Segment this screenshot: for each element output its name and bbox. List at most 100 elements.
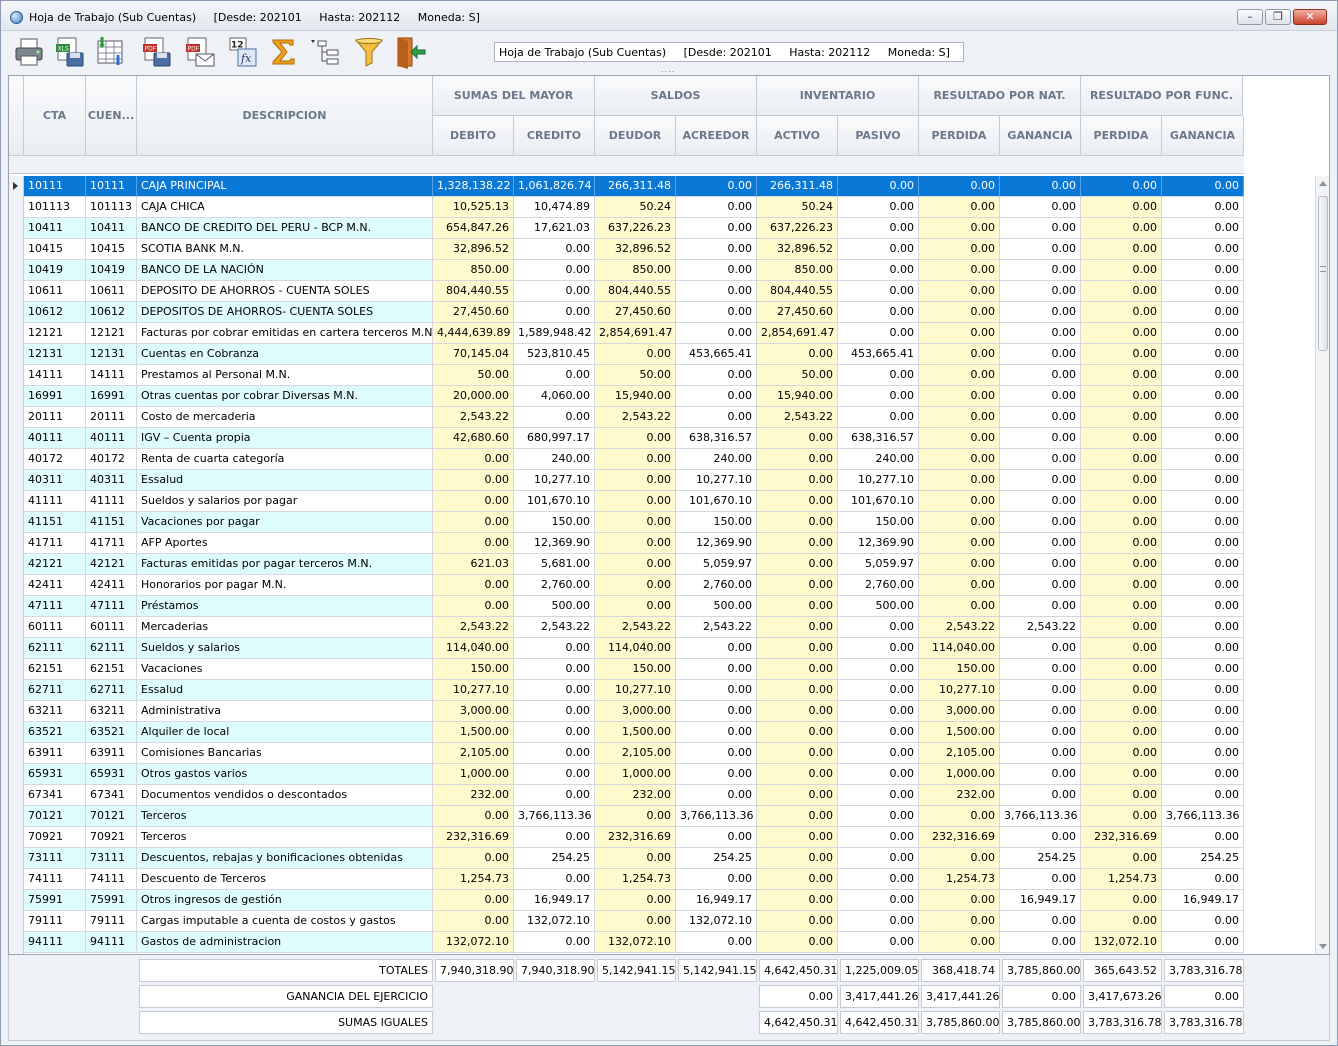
table-row[interactable]: 40172 40172 Renta de cuarta categoría 0.00 2…	[9, 449, 1244, 470]
cell-perdida-func[interactable]: 0.00	[1081, 596, 1162, 617]
cell-credito[interactable]: 0.00	[514, 869, 595, 890]
cell-debito[interactable]: 132,072.10	[433, 932, 514, 953]
cell-ganancia-func[interactable]: 0.00	[1162, 197, 1244, 218]
cell-cta[interactable]: 10419	[24, 260, 86, 281]
cell-credito[interactable]: 12,369.90	[514, 533, 595, 554]
cell-perdida-nat[interactable]: 114,040.00	[919, 638, 1000, 659]
cell-perdida-func[interactable]: 0.00	[1081, 344, 1162, 365]
cell-activo[interactable]: 15,940.00	[757, 386, 838, 407]
cell-pasivo[interactable]: 0.00	[838, 785, 919, 806]
cell-cta[interactable]: 41151	[24, 512, 86, 533]
table-row[interactable]: 63911 63911 Comisiones Bancarias 2,105.00 0.…	[9, 743, 1244, 764]
cell-perdida-nat[interactable]: 2,543.22	[919, 617, 1000, 638]
cell-ganancia-nat[interactable]: 0.00	[1000, 302, 1081, 323]
cell-acreedor[interactable]: 0.00	[676, 365, 757, 386]
cell-ganancia-func[interactable]: 0.00	[1162, 386, 1244, 407]
cell-deudor[interactable]: 15,940.00	[595, 386, 676, 407]
table-row[interactable]: 12121 12121 Facturas por cobrar emitidas e…	[9, 323, 1244, 344]
cell-credito[interactable]: 0.00	[514, 659, 595, 680]
cell-ganancia-nat[interactable]: 0.00	[1000, 638, 1081, 659]
cell-descripcion[interactable]: DEPOSITOS DE AHORROS- CUENTA SOLES	[137, 302, 433, 323]
cell-acreedor[interactable]: 0.00	[676, 680, 757, 701]
cell-acreedor[interactable]: 0.00	[676, 869, 757, 890]
table-row[interactable]: 10111 10111 CAJA PRINCIPAL 1,328,138.22 1,06…	[9, 176, 1244, 197]
cell-ganancia-func[interactable]: 0.00	[1162, 554, 1244, 575]
cell-deudor[interactable]: 0.00	[595, 575, 676, 596]
cell-debito[interactable]: 114,040.00	[433, 638, 514, 659]
cell-debito[interactable]: 32,896.52	[433, 239, 514, 260]
cell-ganancia-nat[interactable]: 0.00	[1000, 785, 1081, 806]
cell-pasivo[interactable]: 453,665.41	[838, 344, 919, 365]
cell-cuenta[interactable]: 74111	[86, 869, 137, 890]
cell-cta[interactable]: 94111	[24, 932, 86, 953]
cell-perdida-nat[interactable]: 0.00	[919, 848, 1000, 869]
cell-perdida-nat[interactable]: 0.00	[919, 323, 1000, 344]
cell-credito[interactable]: 680,997.17	[514, 428, 595, 449]
cell-activo[interactable]: 0.00	[757, 512, 838, 533]
cell-activo[interactable]: 0.00	[757, 344, 838, 365]
cell-perdida-nat[interactable]: 0.00	[919, 491, 1000, 512]
cell-credito[interactable]: 0.00	[514, 743, 595, 764]
cell-acreedor[interactable]: 0.00	[676, 638, 757, 659]
cell-pasivo[interactable]: 0.00	[838, 365, 919, 386]
col-header-activo[interactable]: ACTIVO	[757, 116, 838, 156]
cell-acreedor[interactable]: 500.00	[676, 596, 757, 617]
cell-descripcion[interactable]: Vacaciones	[137, 659, 433, 680]
band-header-5[interactable]: RESULTADO POR FUNC.	[1081, 76, 1243, 116]
cell-acreedor[interactable]: 0.00	[676, 239, 757, 260]
cell-debito[interactable]: 3,000.00	[433, 701, 514, 722]
cell-perdida-func[interactable]: 0.00	[1081, 512, 1162, 533]
cell-descripcion[interactable]: Préstamos	[137, 596, 433, 617]
cell-cuenta[interactable]: 62111	[86, 638, 137, 659]
cell-cuenta[interactable]: 10411	[86, 218, 137, 239]
cell-activo[interactable]: 0.00	[757, 575, 838, 596]
cell-credito[interactable]: 2,760.00	[514, 575, 595, 596]
cell-debito[interactable]: 654,847.26	[433, 218, 514, 239]
cell-ganancia-nat[interactable]: 0.00	[1000, 764, 1081, 785]
cell-activo[interactable]: 0.00	[757, 785, 838, 806]
cell-cuenta[interactable]: 79111	[86, 911, 137, 932]
cell-perdida-nat[interactable]: 2,105.00	[919, 743, 1000, 764]
cell-debito[interactable]: 50.00	[433, 365, 514, 386]
cell-cuenta[interactable]: 41711	[86, 533, 137, 554]
cell-deudor[interactable]: 0.00	[595, 533, 676, 554]
cell-descripcion[interactable]: Sueldos y salarios por pagar	[137, 491, 433, 512]
cell-descripcion[interactable]: Otras cuentas por cobrar Diversas M.N.	[137, 386, 433, 407]
cell-cta[interactable]: 42121	[24, 554, 86, 575]
cell-ganancia-nat[interactable]: 0.00	[1000, 512, 1081, 533]
table-row[interactable]: 60111 60111 Mercaderias 2,543.22 2,543.22 2,5…	[9, 617, 1244, 638]
cell-debito[interactable]: 1,000.00	[433, 764, 514, 785]
cell-pasivo[interactable]: 101,670.10	[838, 491, 919, 512]
cell-cuenta[interactable]: 10611	[86, 281, 137, 302]
cell-debito[interactable]: 232.00	[433, 785, 514, 806]
cell-deudor[interactable]: 132,072.10	[595, 932, 676, 953]
cell-activo[interactable]: 0.00	[757, 890, 838, 911]
cell-acreedor[interactable]: 132,072.10	[676, 911, 757, 932]
cell-pasivo[interactable]: 0.00	[838, 323, 919, 344]
cell-acreedor[interactable]: 101,670.10	[676, 491, 757, 512]
cell-acreedor[interactable]: 0.00	[676, 218, 757, 239]
cell-perdida-func[interactable]: 0.00	[1081, 911, 1162, 932]
cell-credito[interactable]: 17,621.03	[514, 218, 595, 239]
cell-cta[interactable]: 63911	[24, 743, 86, 764]
cell-ganancia-func[interactable]: 0.00	[1162, 449, 1244, 470]
panel-grip[interactable]: ....	[661, 65, 675, 74]
cell-perdida-func[interactable]: 0.00	[1081, 218, 1162, 239]
col-header-descripcion[interactable]: DESCRIPCION	[137, 76, 433, 156]
cell-deudor[interactable]: 150.00	[595, 659, 676, 680]
cell-ganancia-func[interactable]: 0.00	[1162, 743, 1244, 764]
cell-deudor[interactable]: 0.00	[595, 848, 676, 869]
cell-cuenta[interactable]: 42411	[86, 575, 137, 596]
cell-perdida-func[interactable]: 0.00	[1081, 848, 1162, 869]
band-header-2[interactable]: SALDOS	[595, 76, 757, 116]
cell-descripcion[interactable]: SCOTIA BANK M.N.	[137, 239, 433, 260]
cell-descripcion[interactable]: Honorarios por pagar M.N.	[137, 575, 433, 596]
cell-cta[interactable]: 10611	[24, 281, 86, 302]
scroll-down-icon[interactable]	[1319, 944, 1327, 949]
cell-perdida-func[interactable]: 0.00	[1081, 743, 1162, 764]
cell-debito[interactable]: 20,000.00	[433, 386, 514, 407]
cell-deudor[interactable]: 0.00	[595, 512, 676, 533]
cell-activo[interactable]: 0.00	[757, 638, 838, 659]
cell-pasivo[interactable]: 0.00	[838, 806, 919, 827]
cell-activo[interactable]: 0.00	[757, 722, 838, 743]
